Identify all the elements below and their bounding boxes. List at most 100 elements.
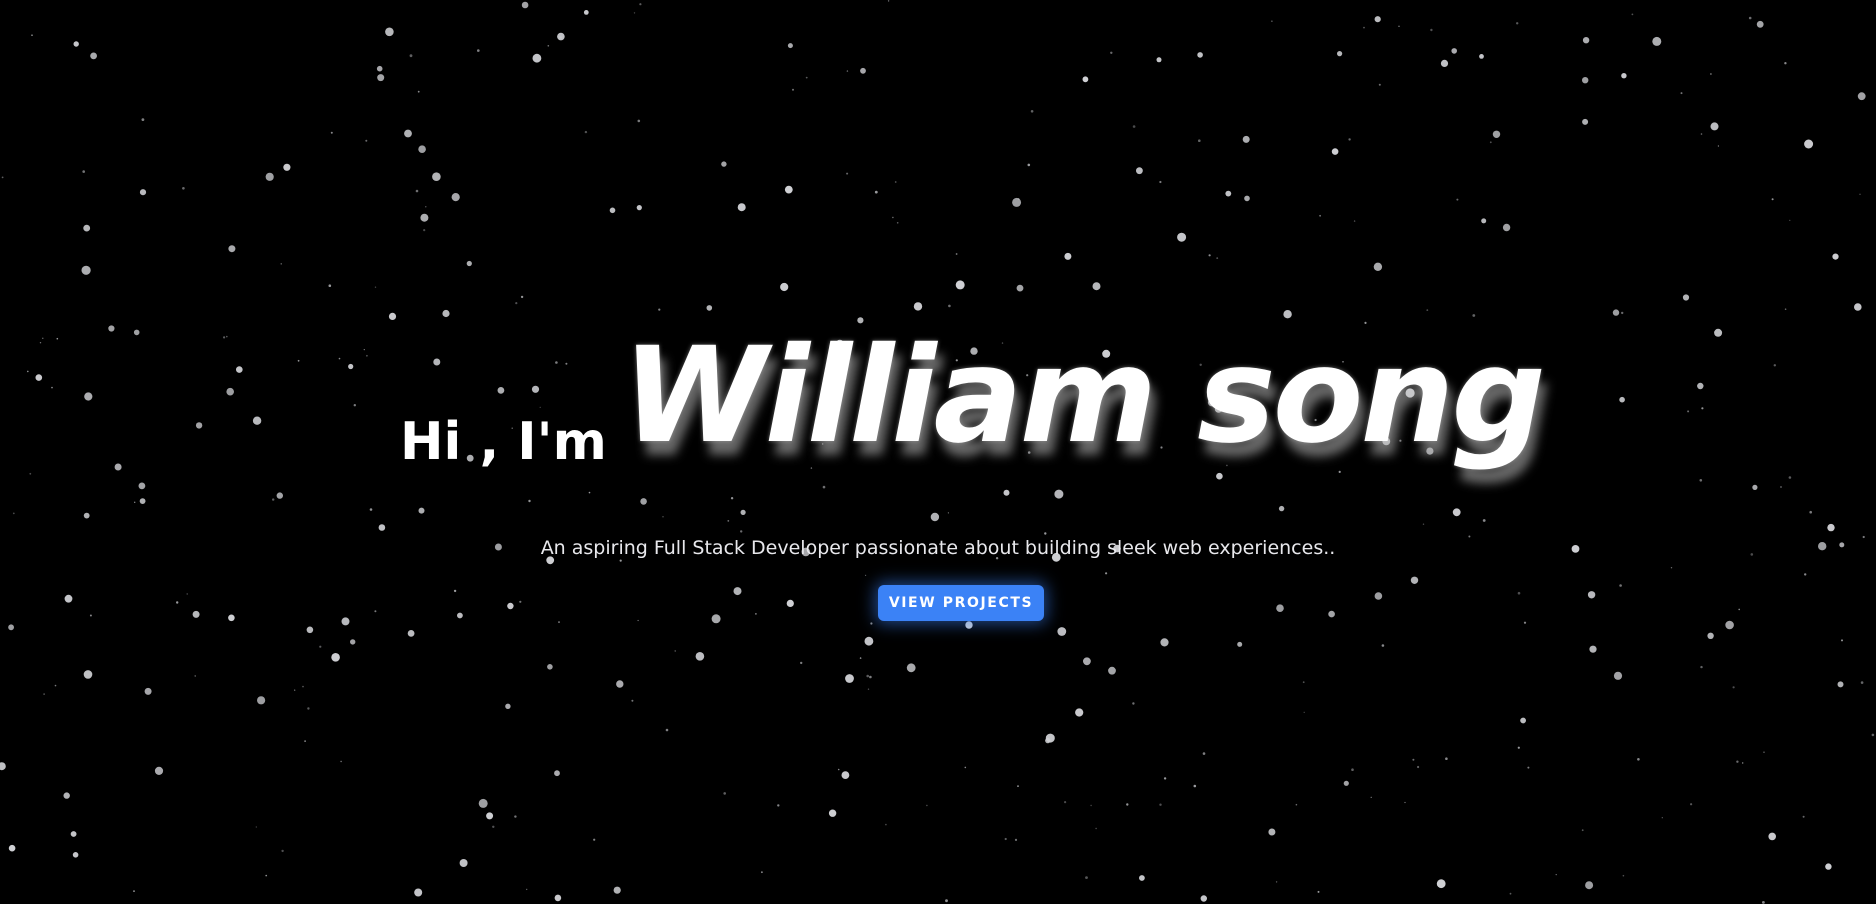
star xyxy=(887,0,890,2)
star xyxy=(70,831,77,837)
star xyxy=(466,260,472,267)
star xyxy=(134,501,136,503)
star xyxy=(1302,681,1305,684)
star xyxy=(588,491,591,494)
star xyxy=(1700,133,1703,135)
star xyxy=(226,387,234,396)
star xyxy=(1802,815,1805,818)
star xyxy=(1422,523,1425,525)
star xyxy=(1430,28,1433,32)
star xyxy=(841,771,850,779)
star xyxy=(1452,508,1461,517)
star xyxy=(1319,214,1321,217)
star xyxy=(1860,681,1864,684)
star xyxy=(1351,768,1354,771)
star xyxy=(1762,901,1765,904)
star xyxy=(1621,311,1624,315)
star xyxy=(787,43,793,49)
name-heading: William song xyxy=(622,319,1546,473)
star xyxy=(331,653,340,662)
star xyxy=(945,899,948,903)
star xyxy=(930,512,940,522)
star xyxy=(1044,532,1047,535)
star xyxy=(407,630,415,637)
star xyxy=(894,181,897,183)
star xyxy=(1276,604,1284,612)
star xyxy=(418,507,425,514)
star xyxy=(1825,863,1832,870)
star xyxy=(870,622,873,625)
star xyxy=(1736,760,1739,763)
star xyxy=(1202,752,1206,755)
star xyxy=(547,664,553,670)
star xyxy=(1159,803,1162,806)
star xyxy=(1451,48,1457,54)
star xyxy=(236,366,243,373)
star xyxy=(948,304,951,308)
star xyxy=(1509,892,1512,895)
star xyxy=(63,792,70,799)
star xyxy=(1410,576,1419,584)
star xyxy=(539,406,541,408)
star xyxy=(432,172,441,181)
star xyxy=(519,600,522,603)
star xyxy=(1832,253,1839,260)
star xyxy=(294,689,296,691)
star xyxy=(1502,223,1511,232)
star xyxy=(1244,195,1250,202)
star xyxy=(792,88,794,91)
star xyxy=(497,387,505,394)
star xyxy=(283,163,291,171)
star xyxy=(1784,62,1787,65)
star xyxy=(780,282,789,292)
star xyxy=(559,36,562,39)
star xyxy=(1237,641,1243,647)
star xyxy=(1621,73,1627,79)
star xyxy=(874,190,878,194)
star xyxy=(828,809,837,817)
star xyxy=(1110,51,1113,54)
star xyxy=(1714,328,1723,337)
star xyxy=(1016,284,1024,292)
star xyxy=(906,663,916,673)
star xyxy=(896,222,899,224)
star xyxy=(409,54,413,58)
star xyxy=(558,621,560,624)
star xyxy=(554,770,560,777)
star xyxy=(1784,308,1787,311)
star xyxy=(1857,92,1866,101)
star xyxy=(1482,519,1486,522)
star xyxy=(374,286,377,288)
star xyxy=(1582,77,1589,84)
star xyxy=(740,509,746,515)
star xyxy=(1082,76,1089,83)
star xyxy=(304,740,306,742)
star xyxy=(154,766,164,776)
star xyxy=(363,349,365,351)
star xyxy=(1687,410,1690,413)
star xyxy=(281,849,284,853)
star xyxy=(82,170,85,173)
star xyxy=(420,213,429,222)
star xyxy=(1373,262,1383,271)
star xyxy=(1156,57,1162,63)
star xyxy=(1682,294,1690,301)
star xyxy=(593,838,596,841)
star xyxy=(1489,141,1492,144)
star xyxy=(520,295,524,299)
star xyxy=(865,574,867,577)
star xyxy=(1045,733,1055,743)
star xyxy=(369,508,373,511)
star xyxy=(1193,784,1197,788)
star xyxy=(1108,666,1116,675)
star xyxy=(1789,219,1791,221)
star xyxy=(417,90,420,93)
star xyxy=(1417,765,1420,769)
star xyxy=(338,357,341,360)
star xyxy=(1017,785,1019,787)
star xyxy=(228,245,236,253)
view-projects-button[interactable]: VIEW PROJECTS xyxy=(878,585,1044,621)
star xyxy=(451,193,460,202)
star xyxy=(1619,396,1625,403)
star xyxy=(1057,627,1067,636)
